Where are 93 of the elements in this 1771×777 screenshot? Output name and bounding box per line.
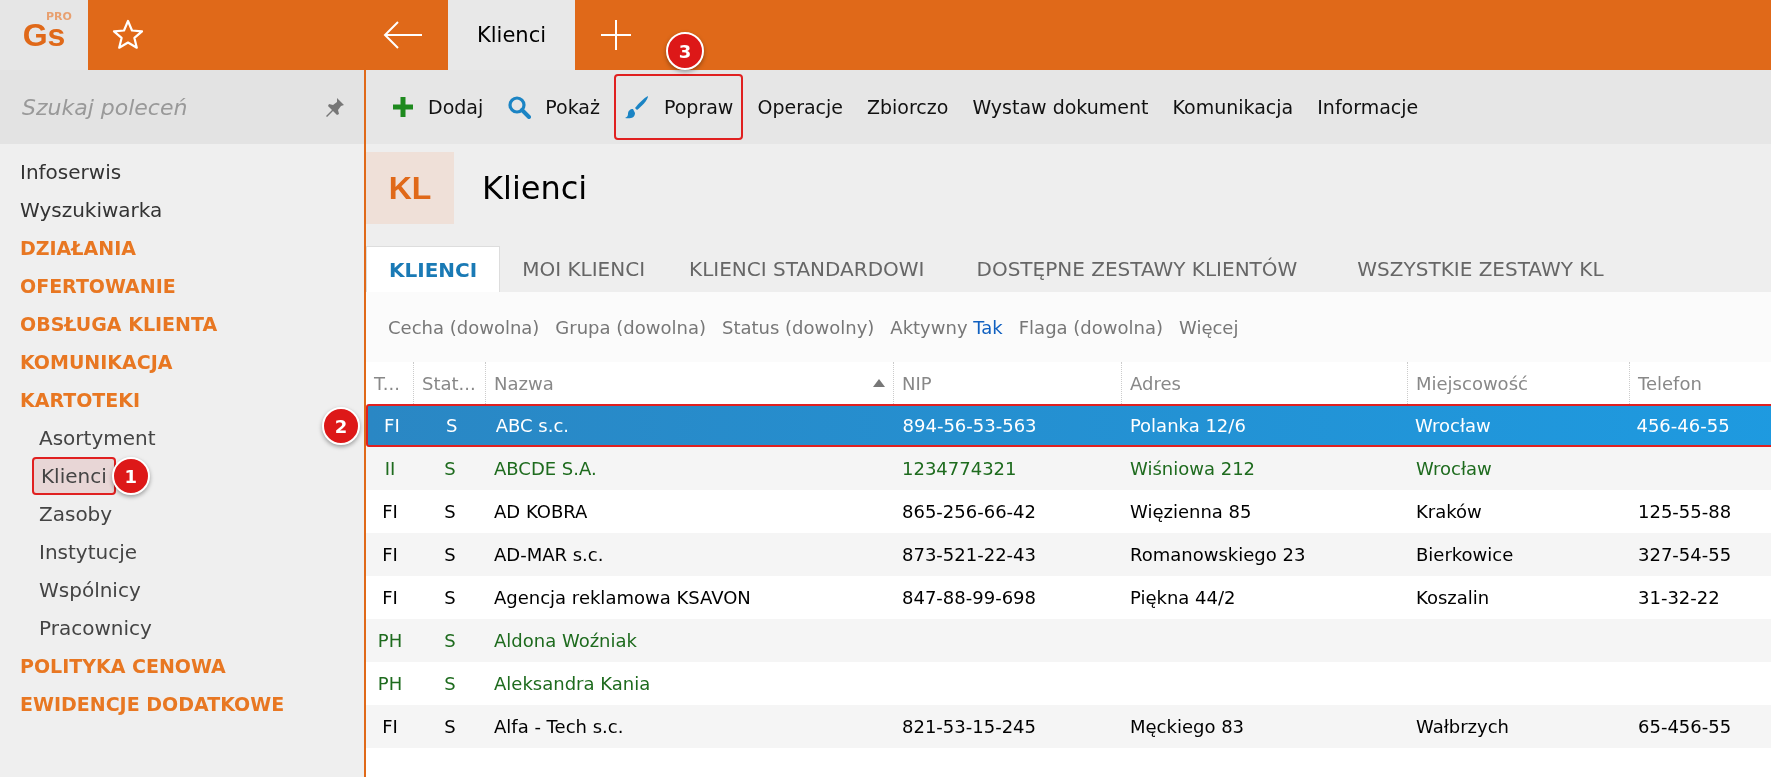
- sidebar-item[interactable]: Infoserwis: [0, 153, 364, 191]
- back-arrow-icon: [382, 20, 424, 50]
- table-cell: S: [444, 630, 456, 651]
- table-cell: FI: [382, 501, 398, 522]
- table-cell: Koszalin: [1416, 587, 1490, 608]
- sidebar-subitem[interactable]: Instytucje: [32, 535, 145, 569]
- table-cell: Piękna 44/2: [1130, 587, 1236, 608]
- table-row[interactable]: FI S Alfa - Tech s.c. 821-53-15-245 Męckiego 83 Wałbrzych 65-456-55: [366, 705, 1771, 748]
- table-cell: 873-521-22-43: [902, 544, 1036, 565]
- star-icon: [111, 18, 145, 52]
- table-cell: S: [444, 458, 456, 479]
- sidebar-subitem[interactable]: Asortyment: [32, 421, 163, 455]
- table-cell: 31-32-22: [1638, 587, 1720, 608]
- sidebar-item[interactable]: Wyszukiwarka: [0, 191, 364, 229]
- table-cell: 847-88-99-698: [902, 587, 1036, 608]
- search-field[interactable]: Szukaj poleceń: [0, 70, 364, 144]
- table-row[interactable]: PH S Aldona Woźniak: [366, 619, 1771, 662]
- filter-link[interactable]: Aktywny Tak: [882, 316, 1011, 338]
- brush-icon: [623, 94, 650, 120]
- table-cell: S: [444, 673, 456, 694]
- table-cell: 125-55-88: [1638, 501, 1732, 522]
- toolbar-button[interactable]: Zbiorczo: [857, 74, 959, 140]
- pin-icon: [324, 96, 346, 118]
- toolbar-button[interactable]: Operacje: [747, 74, 853, 140]
- sidebar-subitem[interactable]: Klienci: [32, 457, 116, 495]
- table-cell: Aldona Woźniak: [494, 630, 637, 651]
- table-cell: S: [444, 587, 456, 608]
- table-cell: Bierkowice: [1416, 544, 1514, 565]
- tab[interactable]: MOI KLIENCI: [500, 246, 668, 292]
- tab[interactable]: KLIENCI STANDARDOWI: [667, 246, 947, 292]
- table-cell: FI: [382, 716, 398, 737]
- table-cell: FI: [384, 415, 400, 436]
- table-cell: S: [446, 415, 458, 436]
- table-cell: S: [444, 716, 456, 737]
- plus-icon: [600, 19, 633, 51]
- table-cell: 327-54-55: [1638, 544, 1732, 565]
- callout-badge: 1: [111, 457, 150, 495]
- filter-link[interactable]: Grupa (dowolna): [547, 316, 714, 338]
- table-cell: S: [444, 544, 456, 565]
- filter-link[interactable]: Więcej: [1171, 316, 1247, 338]
- table-cell: Alfa - Tech s.c.: [494, 716, 624, 737]
- table-cell: FI: [382, 587, 398, 608]
- table-cell: Kraków: [1416, 501, 1482, 522]
- table-cell: AD KOBRA: [494, 501, 588, 522]
- filter-link[interactable]: Cecha (dowolna): [380, 316, 548, 338]
- table-cell: FI: [382, 544, 398, 565]
- logo-superscript: PRO: [46, 10, 72, 23]
- table-cell: Więzienna 85: [1130, 501, 1252, 522]
- table-cell: ABCDE S.A.: [494, 458, 597, 479]
- plus-icon: [392, 96, 414, 118]
- table-cell: Wrocław: [1416, 458, 1492, 479]
- toolbar-button[interactable]: Komunikacja: [1162, 74, 1304, 140]
- table-cell: Aleksandra Kania: [494, 673, 651, 694]
- table-cell: PH: [377, 630, 403, 651]
- toolbar-button[interactable]: Wystaw dokument: [962, 74, 1159, 140]
- sidebar-subitem[interactable]: Wspólnicy: [32, 573, 148, 607]
- table-cell: AD-MAR s.c.: [494, 544, 604, 565]
- table-cell: 65-456-55: [1638, 716, 1732, 737]
- table-cell: Wiśniowa 212: [1130, 458, 1256, 479]
- table-cell: Męckiego 83: [1130, 716, 1245, 737]
- tab[interactable]: WSZYSTKIE ZESTAWY KL: [1327, 246, 1634, 292]
- table-cell: PH: [377, 673, 403, 694]
- table-row[interactable]: FI S ABC s.c. 894-56-53-563 Polanka 12/6 Wrocław 456-46-55: [366, 404, 1771, 447]
- table-cell: II: [384, 458, 396, 479]
- table-cell: 1234774321: [902, 458, 1017, 479]
- module-badge: KL: [366, 152, 454, 224]
- table-row[interactable]: FI S AD-MAR s.c. 873-521-22-43 Romanowskiego 23 Bierkowice 327-54-55: [366, 533, 1771, 576]
- table-cell: ABC s.c.: [495, 415, 570, 436]
- table-cell: Wałbrzych: [1416, 716, 1510, 737]
- toolbar-button[interactable]: Popraw: [613, 74, 744, 140]
- table-cell: 456-46-55: [1636, 415, 1730, 436]
- toolbar-button[interactable]: Informacje: [1307, 74, 1429, 140]
- filter-link[interactable]: Status (dowolny): [713, 316, 883, 338]
- table-cell: 894-56-53-563: [902, 415, 1037, 436]
- tab[interactable]: DOSTĘPNE ZESTAWY KLIENTÓW: [946, 246, 1328, 292]
- sidebar-subitem[interactable]: Zasoby: [32, 497, 120, 531]
- table-cell: Agencja reklamowa KSAVON: [494, 587, 751, 608]
- app-tab[interactable]: Klienci: [448, 0, 576, 70]
- table-cell: 821-53-15-245: [902, 716, 1036, 737]
- table-cell: S: [444, 501, 456, 522]
- table-row[interactable]: II S ABCDE S.A. 1234774321 Wiśniowa 212 Wrocław: [366, 447, 1771, 490]
- page-title: Klienci: [482, 169, 588, 207]
- search-icon: [507, 95, 532, 119]
- toolbar-button[interactable]: Dodaj: [382, 74, 494, 140]
- table-cell: Wrocław: [1415, 415, 1491, 436]
- tab[interactable]: KLIENCI: [366, 246, 501, 292]
- table-cell: 865-256-66-42: [902, 501, 1036, 522]
- table-cell: Polanka 12/6: [1129, 415, 1246, 436]
- toolbar-button[interactable]: Pokaż: [497, 74, 610, 140]
- sidebar-subitem[interactable]: Pracownicy: [32, 611, 159, 645]
- table-cell: Romanowskiego 23: [1130, 544, 1306, 565]
- filter-link[interactable]: Flaga (dowolna): [1010, 316, 1171, 338]
- search-input[interactable]: Szukaj poleceń: [20, 93, 324, 121]
